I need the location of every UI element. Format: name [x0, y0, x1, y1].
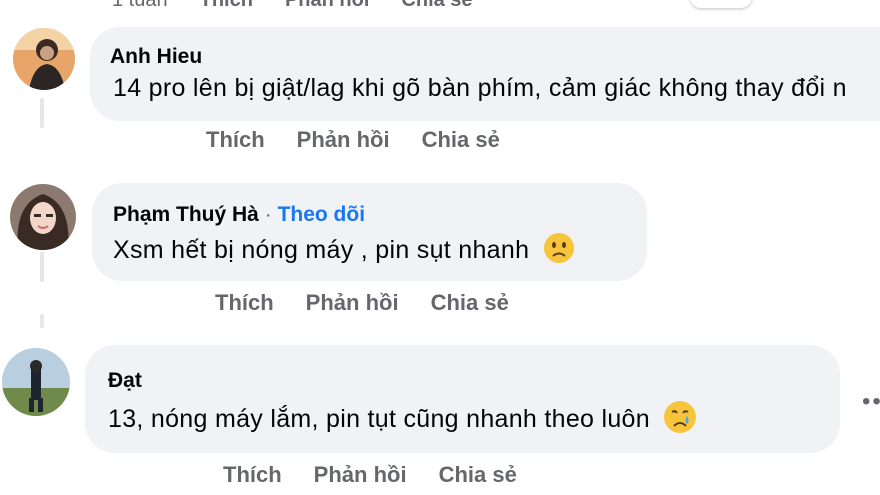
thread-line — [40, 98, 44, 128]
avatar[interactable] — [2, 348, 70, 416]
reaction-count-badge[interactable] — [690, 0, 752, 8]
comment-actions: Thích Phản hồi Chia sẻ — [206, 127, 500, 153]
commenter-name-line: Phạm Thuý Hà · Theo dõi — [113, 203, 365, 227]
reply-button[interactable]: Phản hồi — [285, 0, 369, 12]
comment-text-line: Xsm hết bị nóng máy , pin sụt nhanh — [113, 232, 575, 271]
comment-actions: Thích Phản hồi Chia sẻ — [215, 290, 509, 316]
like-button[interactable]: Thích — [215, 290, 274, 316]
previous-comment-actions: 1 tuần Thích Phản hồi Chia sẻ — [112, 0, 473, 12]
crying-face-icon — [663, 400, 697, 441]
thread-line — [40, 252, 44, 282]
share-button[interactable]: Chia sẻ — [439, 462, 517, 488]
follow-link[interactable]: Theo dõi — [278, 203, 366, 226]
like-button[interactable]: Thích — [206, 127, 265, 153]
comment-actions: Thích Phản hồi Chia sẻ — [223, 462, 517, 488]
reply-button[interactable]: Phản hồi — [297, 127, 390, 153]
reply-button[interactable]: Phản hồi — [314, 462, 407, 488]
reply-button[interactable]: Phản hồi — [306, 290, 399, 316]
comment-text-line: 13, nóng máy lắm, pin tụt cũng nhanh the… — [108, 400, 697, 441]
commenter-name[interactable]: Đạt — [108, 369, 142, 393]
avatar[interactable] — [13, 28, 75, 90]
timestamp: 1 tuần — [112, 0, 168, 12]
worried-face-icon — [543, 232, 575, 271]
like-button[interactable]: Thích — [223, 462, 282, 488]
thread-line — [40, 314, 44, 328]
commenter-name[interactable]: Phạm Thuý Hà — [113, 203, 259, 226]
more-options-icon[interactable]: ••• — [862, 388, 880, 416]
share-button[interactable]: Chia sẻ — [401, 0, 472, 12]
like-button[interactable]: Thích — [200, 0, 253, 12]
share-button[interactable]: Chia sẻ — [431, 290, 509, 316]
commenter-name[interactable]: Anh Hieu — [110, 45, 202, 69]
avatar[interactable] — [10, 184, 76, 250]
share-button[interactable]: Chia sẻ — [422, 127, 500, 153]
comment-text: Xsm hết bị nóng máy , pin sụt nhanh — [113, 236, 530, 265]
comment-text: 14 pro lên bị giật/lag khi gõ bàn phím, … — [113, 74, 847, 102]
separator-dot: · — [264, 203, 272, 226]
comment-text: 13, nóng máy lắm, pin tụt cũng nhanh the… — [108, 405, 650, 434]
